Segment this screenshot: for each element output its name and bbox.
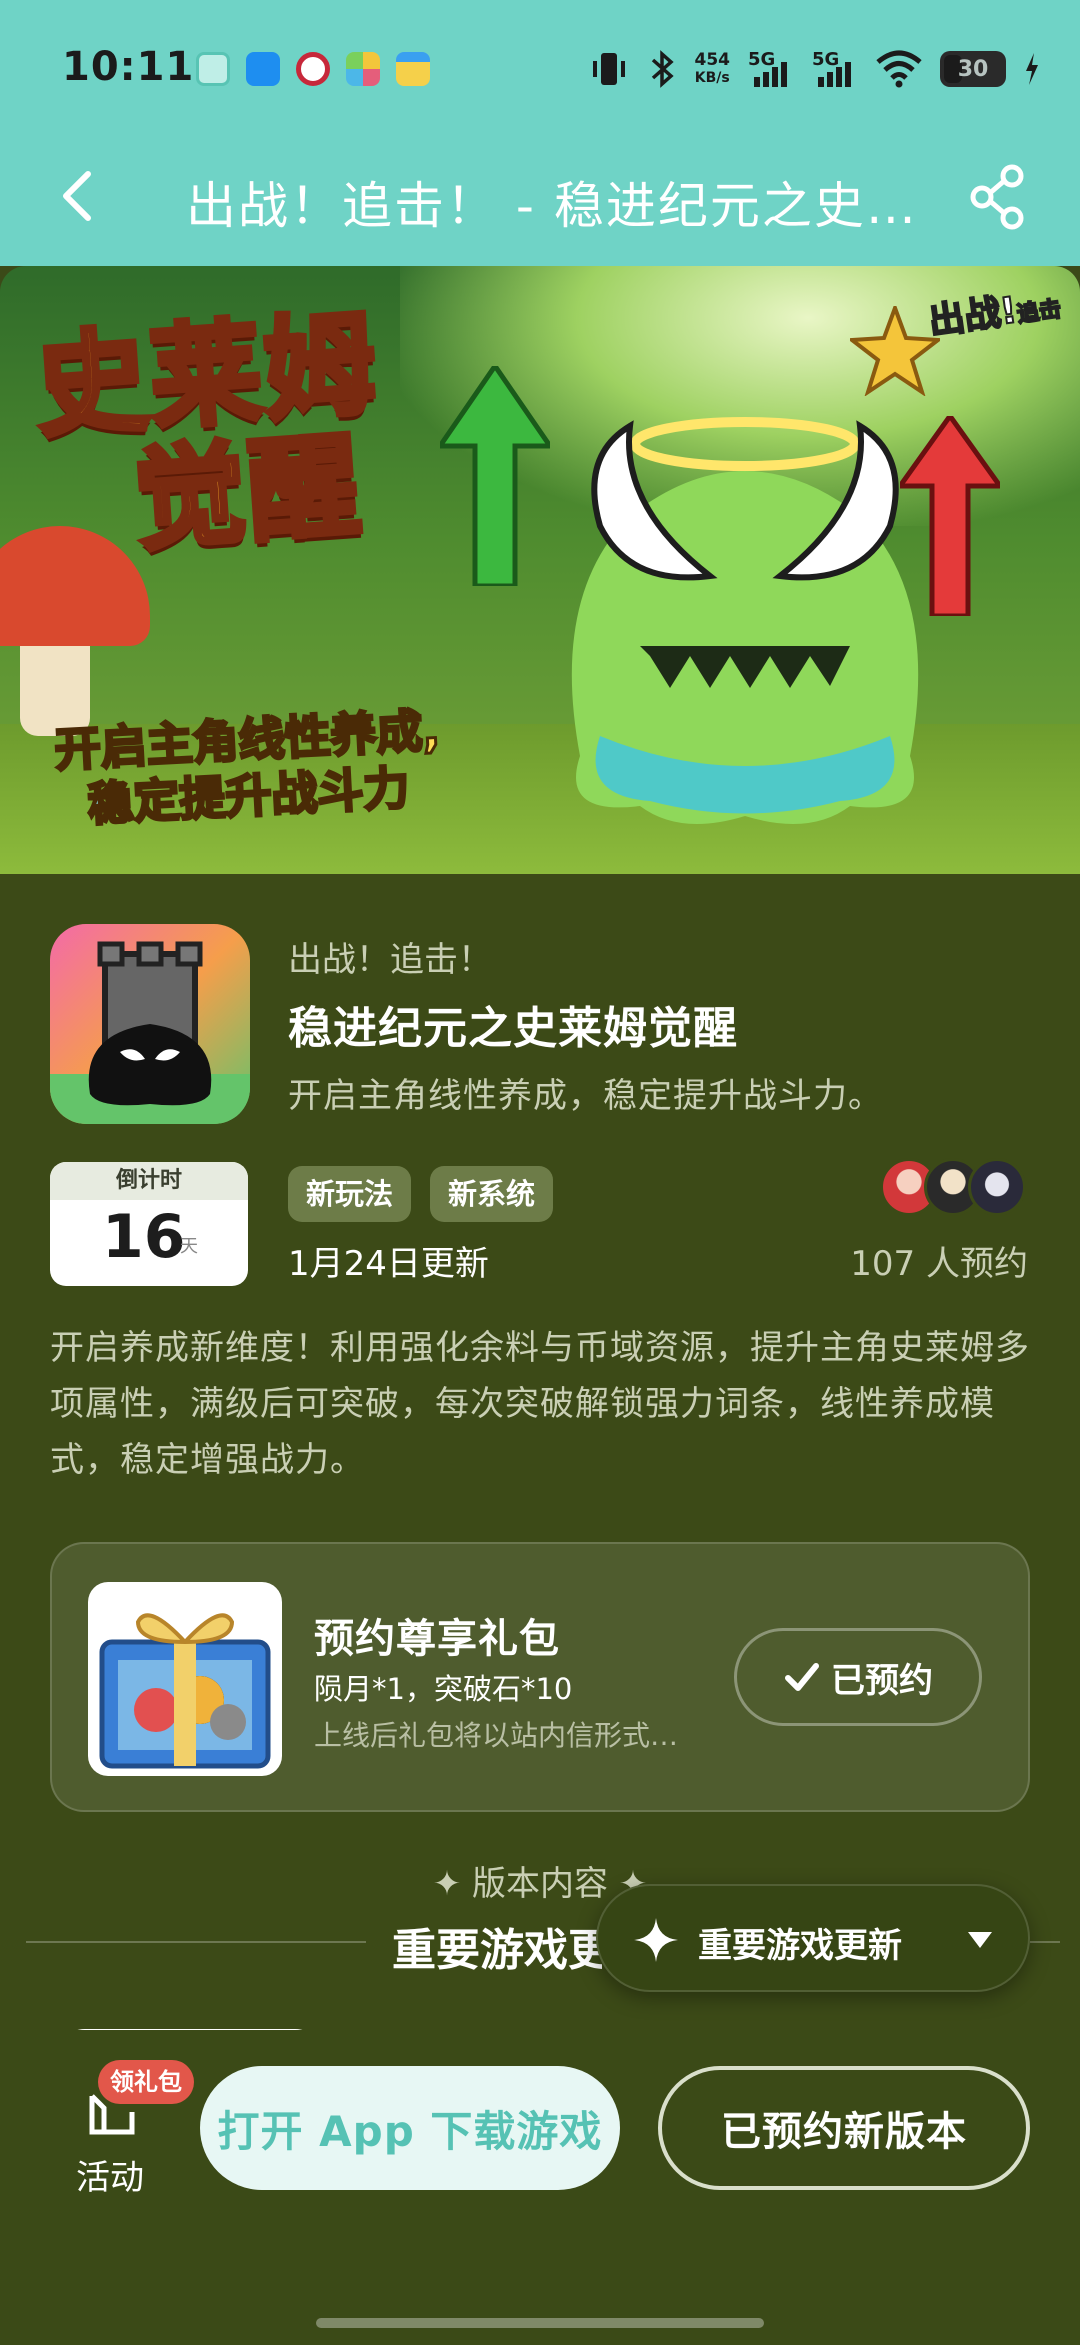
bluetooth-icon xyxy=(651,50,674,88)
divider xyxy=(26,1941,366,1943)
tag-new-system[interactable]: 新系统 xyxy=(430,1166,554,1222)
network-speed: 454 KB/s xyxy=(694,50,731,86)
gift-title: 预约尊享礼包 xyxy=(314,1616,560,1662)
caret-down-icon xyxy=(968,1932,992,1948)
app-header: 出战！追击！ - 稳进纪元之史莱姆觉醒 xyxy=(0,130,1080,266)
star-icon xyxy=(850,306,940,396)
version-tagline: 开启主角线性养成，稳定提升战斗力。 xyxy=(288,1076,883,1116)
battery-icon: 30 xyxy=(940,51,1006,87)
gift-badge[interactable]: 领礼包 xyxy=(98,2060,194,2104)
home-indicator[interactable] xyxy=(316,2318,764,2328)
gift-note: 上线后礼包将以站内信形式发放 xyxy=(314,1719,694,1752)
status-bar: 10:11 454 KB/s 5G 5G 30 xyxy=(0,0,1080,130)
share-icon[interactable] xyxy=(968,162,1028,232)
notification-icon-bank xyxy=(296,52,330,86)
bottom-action-bar: 领礼包 活动 打开 App 下载游戏 已预约新版本 xyxy=(0,2030,1080,2345)
signal-sim2-icon: 5G xyxy=(812,49,858,89)
notification-icon-app xyxy=(346,52,380,86)
notification-icon-alipay xyxy=(246,52,280,86)
gift-reserved-button[interactable]: 已预约 xyxy=(734,1628,982,1726)
update-type-selector[interactable]: 重要游戏更新 xyxy=(596,1884,1030,1992)
banner-subtitle: 开启主角线性养成, 稳定提升战斗力 xyxy=(52,701,443,832)
gift-items: 陨月*1，突破石*10 xyxy=(314,1672,573,1706)
sparkle-icon xyxy=(634,1918,678,1962)
notification-icon-message xyxy=(196,52,230,86)
arrow-up-green xyxy=(440,366,550,586)
activity-label[interactable]: 活动 xyxy=(76,2150,144,2199)
banner-title: 史莱姆 觉醒 xyxy=(29,297,384,569)
page-title: 出战！追击！ - 稳进纪元之史莱姆觉醒 xyxy=(186,177,916,235)
app-icon[interactable] xyxy=(50,924,250,1124)
update-date: 1月24日更新 xyxy=(288,1244,489,1284)
check-icon xyxy=(785,1663,819,1691)
charging-icon xyxy=(1026,53,1038,85)
back-icon[interactable] xyxy=(52,166,112,226)
gift-box-icon xyxy=(99,1613,271,1769)
reservation-gift-card[interactable]: 预约尊享礼包 陨月*1，突破石*10 上线后礼包将以站内信形式发放 已预约 xyxy=(50,1542,1030,1812)
arrow-up-red xyxy=(900,416,1000,616)
countdown-days: 16 xyxy=(102,1202,186,1272)
countdown-label: 倒计时 xyxy=(50,1162,248,1200)
game-banner-image[interactable]: 史莱姆 觉醒 开启主角线性养成, 稳定提升战斗力 出战!追击 xyxy=(0,266,1080,874)
reservation-count: 107 人预约 xyxy=(850,1244,1028,1284)
reserved-users-avatars[interactable] xyxy=(880,1158,1030,1218)
top-bar: 10:11 454 KB/s 5G 5G 30 出战！追击！ - 稳进纪元之史莱 xyxy=(0,0,1080,266)
status-time: 10:11 xyxy=(62,44,195,90)
gift-box-image xyxy=(88,1582,282,1776)
divider xyxy=(1030,1941,1060,1943)
update-type-label: 重要游戏更新 xyxy=(698,1926,902,1966)
tag-new-gameplay[interactable]: 新玩法 xyxy=(288,1166,412,1222)
version-section-title: 重要游戏更新 xyxy=(392,1925,602,1976)
notification-icon-wallet xyxy=(396,52,430,86)
version-name: 稳进纪元之史莱姆觉醒 xyxy=(288,1003,738,1054)
game-name: 出战！追击！ xyxy=(288,940,492,980)
vibrate-icon xyxy=(592,53,625,85)
version-description: 开启养成新维度！利用强化余料与币域资源，提升主角史莱姆多项属性，满级后可突破，每… xyxy=(50,1328,1030,1480)
open-app-download-button[interactable]: 打开 App 下载游戏 xyxy=(200,2066,620,2190)
countdown-unit: 天 xyxy=(180,1236,198,1257)
avatar xyxy=(968,1158,1026,1216)
countdown-badge: 倒计时 16 天 xyxy=(50,1162,248,1286)
wifi-icon xyxy=(876,50,922,88)
signal-sim1-icon: 5G xyxy=(748,49,794,89)
tower-slime-icon xyxy=(50,941,250,1124)
reserved-version-button[interactable]: 已预约新版本 xyxy=(658,2066,1030,2190)
status-right: 454 KB/s 5G 5G 30 xyxy=(589,44,1041,94)
